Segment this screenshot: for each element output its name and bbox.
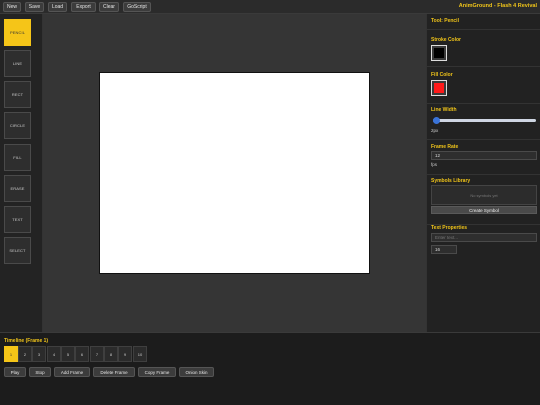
menubar: New Save Load Export Clear GoScript Anim… — [0, 0, 540, 14]
play-button[interactable]: Play — [4, 367, 26, 377]
timeline-frame-7[interactable]: 7 — [90, 346, 104, 362]
frame-rate-section: Frame Rate 12 fps — [427, 140, 540, 175]
timeline-frame-2[interactable]: 2 — [18, 346, 32, 362]
app-title: AnimGround - Flash 4 Revival — [458, 3, 537, 9]
onion-skin-button[interactable]: Onion Skin — [179, 367, 214, 377]
current-tool-label: Tool: Pencil — [431, 18, 459, 24]
export-button[interactable]: Export — [71, 2, 96, 12]
add-frame-button[interactable]: Add Frame — [54, 367, 90, 377]
timeline-frame-5[interactable]: 5 — [61, 346, 75, 362]
line-width-slider[interactable] — [433, 117, 536, 124]
tool-select[interactable]: SELECT — [4, 237, 31, 264]
properties-panel: Tool: Pencil Stroke Color Fill Color Lin… — [426, 14, 540, 332]
stage-area — [43, 14, 426, 332]
stroke-color-fill — [434, 48, 444, 58]
tool-erase[interactable]: ERASE — [4, 175, 31, 202]
tool-sidebar: PENCIL LINE RECT CIRCLE FILL ERASE TEXT … — [0, 14, 43, 332]
stroke-color-section: Stroke Color — [427, 30, 540, 67]
timeline-frame-1[interactable]: 1 — [4, 346, 18, 362]
tool-circle[interactable]: CIRCLE — [4, 112, 31, 139]
timeline-frame-9[interactable]: 9 — [118, 346, 132, 362]
line-width-value: 2px — [431, 128, 439, 133]
timeline-frame-10[interactable]: 10 — [133, 346, 147, 362]
text-properties-title: Text Properties — [431, 225, 468, 231]
frame-rate-title: Frame Rate — [431, 144, 459, 150]
frame-rate-input[interactable]: 12 — [431, 151, 537, 160]
fill-color-section: Fill Color — [427, 67, 540, 104]
line-width-slider-knob[interactable] — [433, 117, 440, 124]
timeline-frame-3[interactable]: 3 — [32, 346, 46, 362]
text-properties-section: Text Properties Enter text... 16 — [427, 225, 540, 275]
save-button[interactable]: Save — [25, 2, 44, 12]
fill-color-swatch[interactable] — [431, 80, 447, 96]
timeline-panel: Timeline (Frame 1) 1 2 3 4 5 6 7 8 9 10 … — [0, 332, 540, 405]
load-button[interactable]: Load — [48, 2, 67, 12]
stop-button[interactable]: Stop — [29, 367, 51, 377]
stroke-color-swatch[interactable] — [431, 45, 447, 61]
tool-fill[interactable]: FILL — [4, 144, 31, 171]
symbols-library-title: Symbols Library — [431, 178, 471, 184]
tool-pencil[interactable]: PENCIL — [4, 19, 31, 46]
symbols-library-section: Symbols Library No symbols yet Create Sy… — [427, 175, 540, 225]
tool-text[interactable]: TEXT — [4, 206, 31, 233]
line-width-title: Line Width — [431, 107, 457, 113]
goscript-button[interactable]: GoScript — [123, 2, 151, 12]
delete-frame-button[interactable]: Delete Frame — [93, 367, 135, 377]
timeline-title: Timeline (Frame 1) — [4, 338, 49, 344]
frame-rate-unit: fps — [431, 162, 438, 167]
tool-section: Tool: Pencil — [427, 14, 540, 30]
fill-color-fill — [434, 83, 444, 93]
font-size-input[interactable]: 16 — [431, 245, 457, 254]
line-width-section: Line Width 2px — [427, 104, 540, 140]
new-button[interactable]: New — [3, 2, 21, 12]
timeline-frame-8[interactable]: 8 — [104, 346, 118, 362]
tool-line[interactable]: LINE — [4, 50, 31, 77]
text-input[interactable]: Enter text... — [431, 233, 537, 242]
fill-color-title: Fill Color — [431, 72, 453, 78]
clear-button[interactable]: Clear — [99, 2, 119, 12]
stroke-color-title: Stroke Color — [431, 37, 462, 43]
create-symbol-button[interactable]: Create Symbol — [431, 206, 537, 214]
timeline-frame-4[interactable]: 4 — [47, 346, 61, 362]
tool-rect[interactable]: RECT — [4, 81, 31, 108]
copy-frame-button[interactable]: Copy Frame — [138, 367, 176, 377]
symbols-library-list: No symbols yet — [431, 185, 537, 205]
drawing-canvas[interactable] — [99, 72, 370, 274]
timeline-frame-6[interactable]: 6 — [75, 346, 89, 362]
